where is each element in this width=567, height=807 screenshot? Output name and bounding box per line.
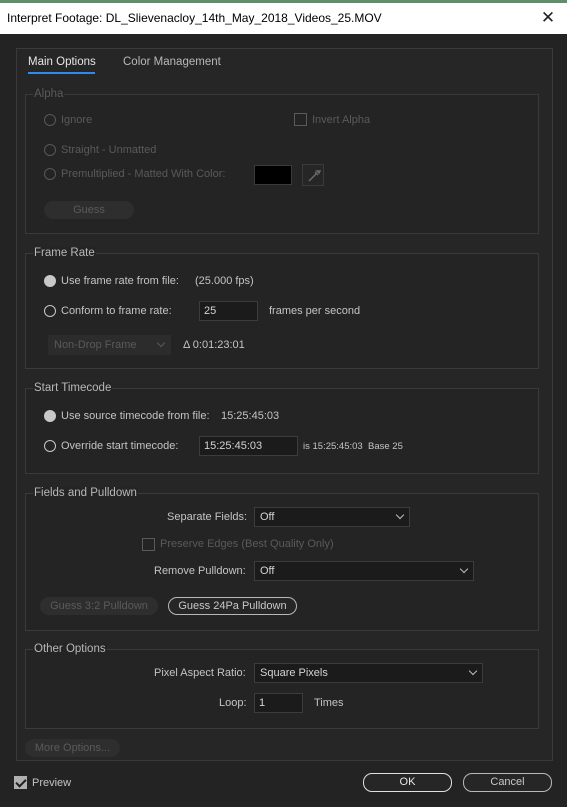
guess-24pa-pulldown-button[interactable]: Guess 24Pa Pulldown (168, 597, 297, 615)
fps-unit-label: frames per second (269, 305, 361, 317)
alpha-group-title: Alpha (33, 88, 65, 100)
ok-button[interactable]: OK (363, 773, 452, 792)
alpha-premultiplied-label: Premultiplied - Matted With Color: (61, 168, 226, 180)
pixel-aspect-value: Square Pixels (260, 667, 328, 679)
invert-alpha-checkbox[interactable] (294, 113, 307, 126)
more-options-button[interactable]: More Options... (25, 739, 120, 757)
tab-main-options[interactable]: Main Options (28, 56, 96, 68)
chevron-down-icon (156, 338, 166, 348)
pixel-aspect-select[interactable]: Square Pixels (254, 663, 483, 683)
tab-color-management[interactable]: Color Management (123, 56, 221, 68)
drop-frame-value: Non-Drop Frame (54, 339, 137, 351)
preserve-edges-checkbox[interactable] (142, 538, 155, 551)
chevron-down-icon (459, 564, 469, 574)
frame-rate-group-title: Frame Rate (33, 247, 96, 259)
matte-color-swatch[interactable] (254, 165, 292, 185)
override-timecode-input[interactable]: 15:25:45:03 (199, 436, 298, 456)
alpha-guess-button[interactable]: Guess (44, 201, 134, 219)
use-source-timecode-radio[interactable] (44, 410, 56, 422)
duration-value: Δ 0:01:23:01 (183, 339, 245, 351)
invert-alpha-label: Invert Alpha (312, 114, 371, 126)
drop-frame-select[interactable]: Non-Drop Frame (48, 335, 171, 355)
separate-fields-select[interactable]: Off (254, 507, 410, 527)
chevron-down-icon (468, 666, 478, 676)
loop-unit-label: Times (314, 697, 344, 709)
alpha-straight-label: Straight - Unmatted (61, 144, 157, 156)
start-timecode-group-title: Start Timecode (33, 382, 113, 394)
alpha-premultiplied-radio[interactable] (44, 168, 56, 180)
window-title: Interpret Footage: DL_Slievenacloy_14th_… (7, 11, 382, 25)
source-timecode-value: 15:25:45:03 (221, 410, 280, 422)
other-options-group-title: Other Options (33, 643, 107, 655)
override-timecode-radio[interactable] (44, 440, 56, 452)
remove-pulldown-label: Remove Pulldown: (154, 565, 246, 577)
remove-pulldown-select[interactable]: Off (254, 561, 474, 581)
is-timecode-text: is 15:25:45:03 (303, 441, 363, 452)
file-fps-value: (25.000 fps) (195, 275, 254, 287)
cancel-button[interactable]: Cancel (463, 773, 552, 792)
alpha-straight-radio[interactable] (44, 144, 56, 156)
active-tab-indicator (28, 72, 95, 74)
preview-label: Preview (32, 777, 72, 789)
alpha-ignore-radio[interactable] (44, 114, 56, 126)
alpha-ignore-label: Ignore (61, 114, 93, 126)
loop-label: Loop: (219, 697, 247, 709)
separate-fields-label: Separate Fields: (167, 511, 248, 523)
title-bar: Interpret Footage: DL_Slievenacloy_14th_… (0, 0, 567, 34)
base-timecode-text: Base 25 (368, 441, 403, 452)
use-source-timecode-label: Use source timecode from file: (61, 410, 210, 422)
other-options-group (25, 649, 539, 729)
override-timecode-label: Override start timecode: (61, 440, 179, 452)
conform-framerate-input[interactable]: 25 (199, 301, 258, 321)
preview-checkbox[interactable] (14, 776, 27, 789)
remove-pulldown-value: Off (260, 565, 275, 577)
use-file-framerate-radio[interactable] (44, 275, 56, 287)
close-icon[interactable]: ✕ (537, 7, 559, 29)
preserve-edges-label: Preserve Edges (Best Quality Only) (160, 538, 334, 550)
use-file-framerate-label: Use frame rate from file: (61, 275, 179, 287)
conform-framerate-label: Conform to frame rate: (61, 305, 172, 317)
separate-fields-value: Off (260, 511, 275, 523)
guess-32-pulldown-button[interactable]: Guess 3:2 Pulldown (40, 597, 158, 615)
loop-input[interactable]: 1 (254, 693, 303, 713)
start-timecode-group (25, 388, 539, 474)
conform-framerate-radio[interactable] (44, 305, 56, 317)
chevron-down-icon (395, 510, 405, 520)
pixel-aspect-label: Pixel Aspect Ratio: (154, 667, 246, 679)
eyedropper-icon[interactable] (302, 164, 324, 186)
fields-pulldown-group-title: Fields and Pulldown (33, 487, 138, 499)
